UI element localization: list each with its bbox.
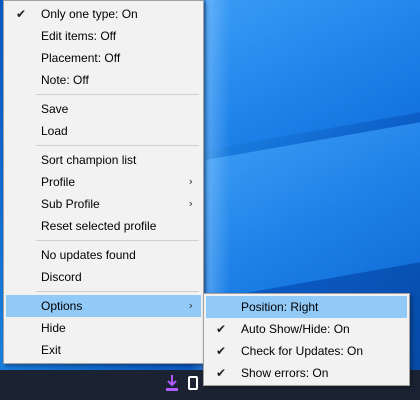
- checkmark-icon: ✔: [215, 344, 227, 358]
- menu-item-sub-profile[interactable]: Sub Profile ›: [6, 193, 201, 215]
- menu-item-edit-items[interactable]: Edit items: Off: [6, 25, 201, 47]
- menu-item-label: Placement: Off: [41, 51, 121, 65]
- checkmark-icon: ✔: [15, 7, 27, 21]
- menu-item-exit[interactable]: Exit: [6, 339, 201, 361]
- menu-item-label: Sub Profile: [41, 197, 100, 211]
- menu-item-label: Show errors: On: [241, 366, 329, 380]
- menu-item-label: Profile: [41, 175, 76, 189]
- menu-item-label: Only one type: On: [41, 7, 138, 21]
- options-submenu: Position: Right ✔ Auto Show/Hide: On ✔ C…: [203, 293, 410, 386]
- menu-item-label: Sort champion list: [41, 153, 137, 167]
- menu-item-note[interactable]: Note: Off: [6, 69, 201, 91]
- menu-item-sort-champion-list[interactable]: Sort champion list: [6, 149, 201, 171]
- menu-item-discord[interactable]: Discord: [6, 266, 201, 288]
- menu-item-options[interactable]: Options ›: [6, 295, 201, 317]
- menu-item-only-one-type[interactable]: ✔ Only one type: On: [6, 3, 201, 25]
- menu-item-save[interactable]: Save: [6, 98, 201, 120]
- menu-item-profile[interactable]: Profile ›: [6, 171, 201, 193]
- menu-separator: [6, 237, 201, 244]
- menu-item-label: Reset selected profile: [41, 219, 157, 233]
- submenu-arrow-icon: ›: [188, 175, 193, 188]
- submenu-item-show-errors[interactable]: ✔ Show errors: On: [206, 362, 407, 384]
- menu-item-label: No updates found: [41, 248, 136, 262]
- menu-item-label: Save: [41, 102, 69, 116]
- menu-item-label: Note: Off: [41, 73, 89, 87]
- menu-item-hide[interactable]: Hide: [6, 317, 201, 339]
- app-tray-icon[interactable]: [186, 374, 200, 392]
- menu-item-label: Auto Show/Hide: On: [241, 322, 350, 336]
- submenu-arrow-icon: ›: [188, 197, 193, 210]
- menu-item-label: Position: Right: [241, 300, 319, 314]
- submenu-item-check-for-updates[interactable]: ✔ Check for Updates: On: [206, 340, 407, 362]
- menu-item-placement[interactable]: Placement: Off: [6, 47, 201, 69]
- download-tray-icon[interactable]: [165, 374, 179, 392]
- menu-item-label: Exit: [41, 343, 62, 357]
- menu-item-label: Hide: [41, 321, 66, 335]
- checkmark-icon: ✔: [215, 322, 227, 336]
- menu-item-load[interactable]: Load: [6, 120, 201, 142]
- checkmark-icon: ✔: [215, 366, 227, 380]
- submenu-item-auto-show-hide[interactable]: ✔ Auto Show/Hide: On: [206, 318, 407, 340]
- menu-item-label: Check for Updates: On: [241, 344, 364, 358]
- submenu-arrow-icon: ›: [188, 299, 193, 312]
- submenu-item-position[interactable]: Position: Right: [206, 296, 407, 318]
- menu-item-reset-selected-profile[interactable]: Reset selected profile: [6, 215, 201, 237]
- tray-context-menu: ✔ Only one type: On Edit items: Off Plac…: [3, 0, 204, 364]
- menu-item-label: Options: [41, 299, 83, 313]
- windows-logo-pane-bottom: [206, 121, 420, 300]
- menu-item-label: Discord: [41, 270, 82, 284]
- menu-separator: [6, 288, 201, 295]
- menu-separator: [6, 142, 201, 149]
- menu-separator: [6, 91, 201, 98]
- menu-item-no-updates-found[interactable]: No updates found: [6, 244, 201, 266]
- menu-item-label: Edit items: Off: [41, 29, 117, 43]
- menu-item-label: Load: [41, 124, 68, 138]
